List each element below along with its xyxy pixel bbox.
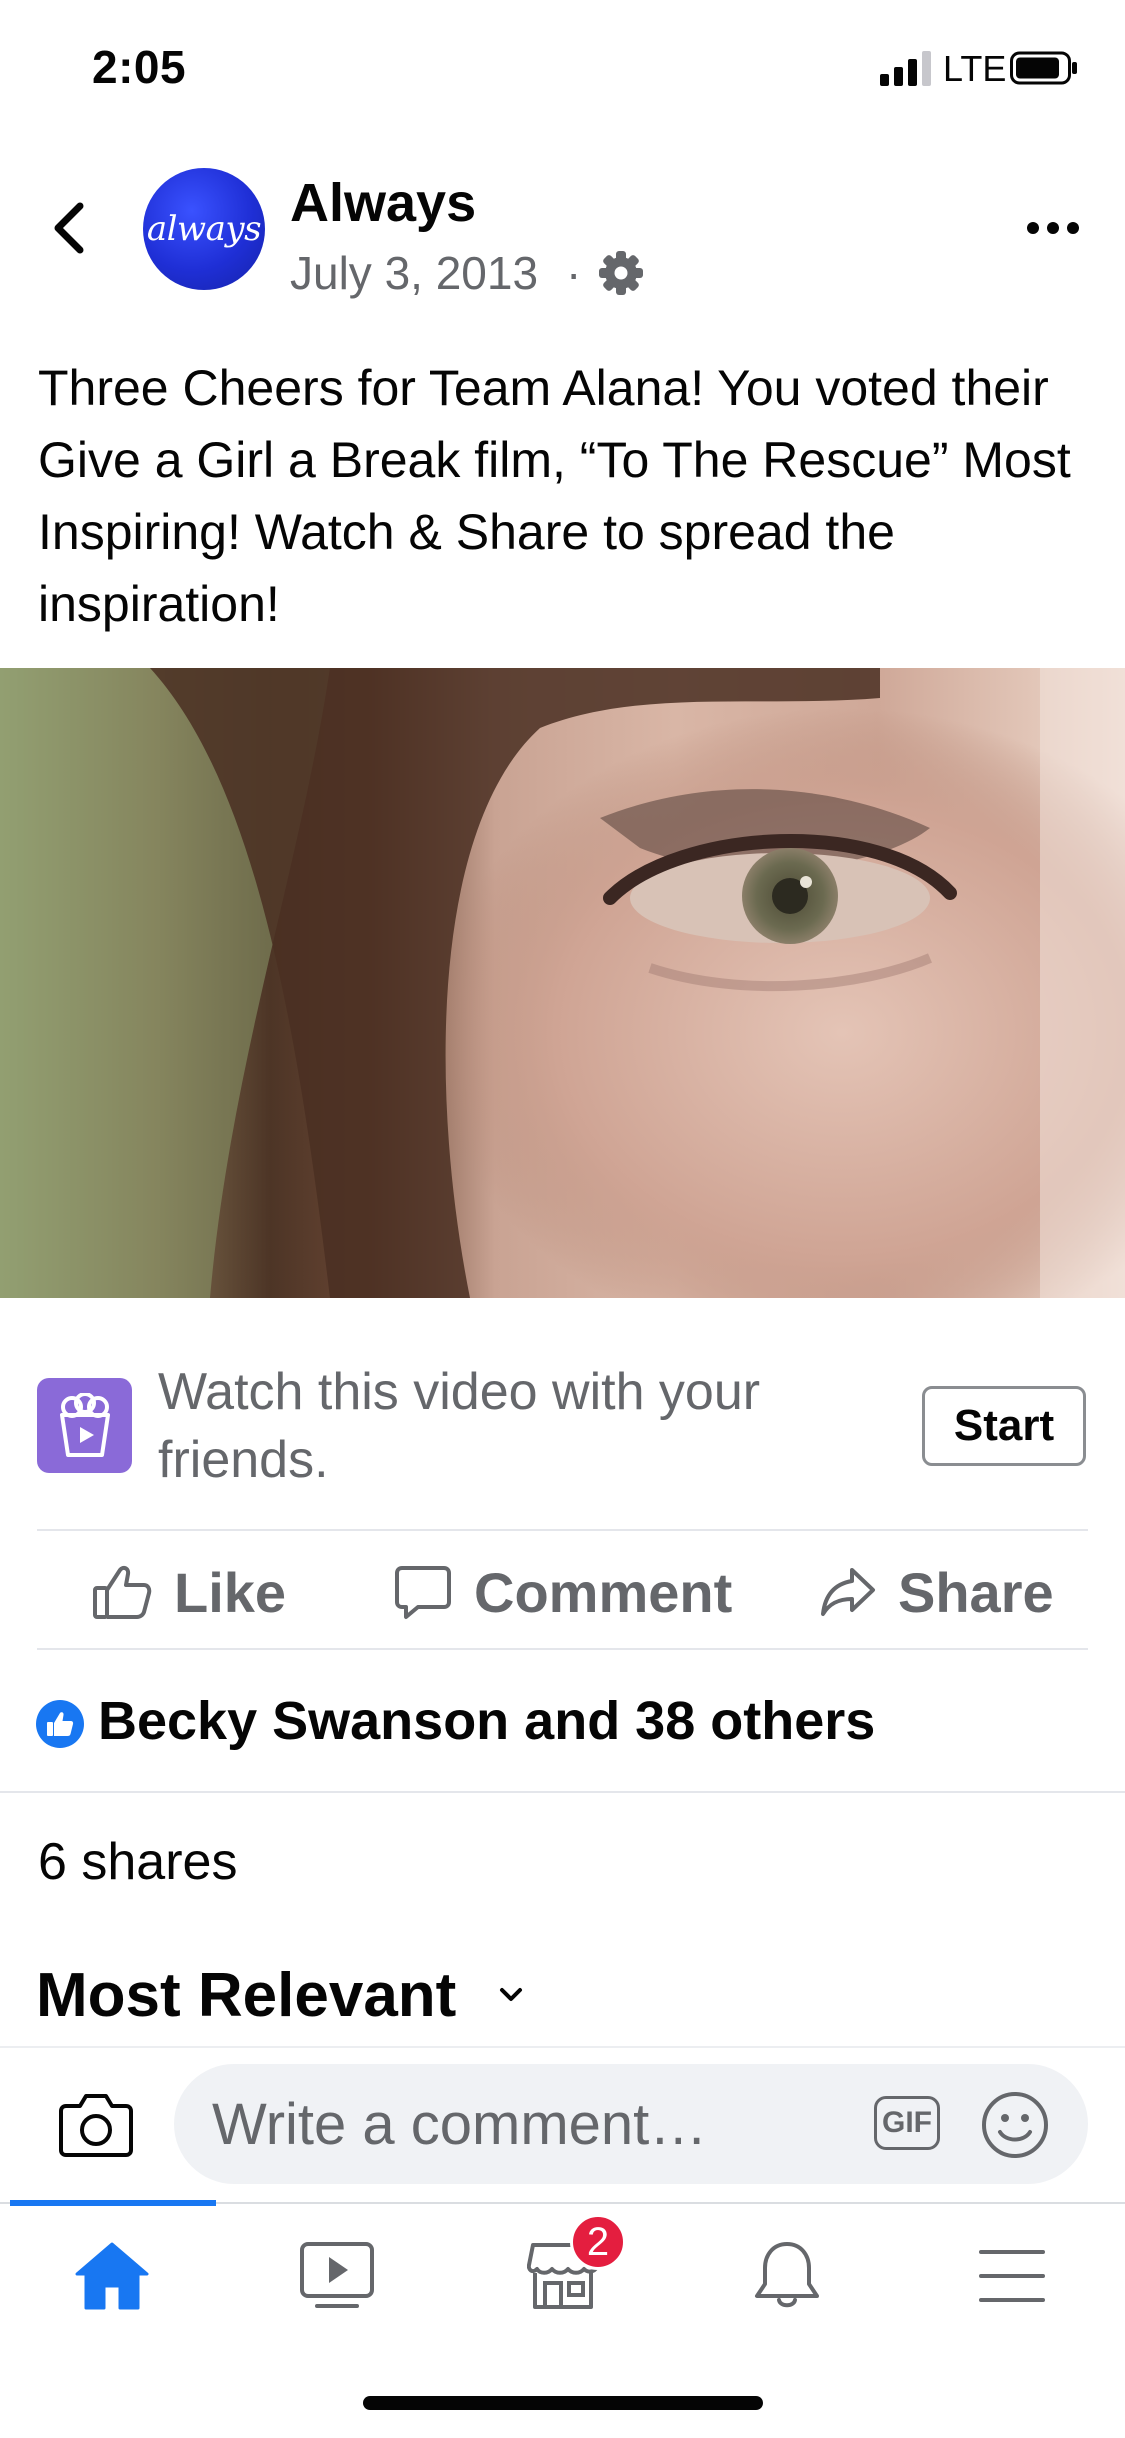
like-label: Like: [174, 1560, 287, 1624]
comment-icon: [395, 1566, 451, 1619]
gif-button[interactable]: GIF: [874, 2096, 940, 2150]
comment-sort-label[interactable]: Most Relevant: [36, 1960, 456, 2031]
page-name[interactable]: Always: [290, 172, 476, 234]
home-icon: [75, 2242, 149, 2310]
more-options-icon[interactable]: [1024, 208, 1082, 248]
tab-menu[interactable]: [967, 2236, 1057, 2316]
battery-icon: [1010, 51, 1077, 85]
post-caption: Three Cheers for Team Alana! You voted t…: [38, 360, 1071, 632]
signal-bars-icon: [880, 51, 931, 86]
tab-home[interactable]: [67, 2236, 157, 2316]
tab-watch[interactable]: [292, 2236, 382, 2316]
page-avatar[interactable]: always: [143, 168, 265, 290]
date-separator: ·: [566, 247, 582, 299]
share-button[interactable]: Share: [820, 1552, 1054, 1632]
gear-icon: [599, 251, 643, 295]
post-date[interactable]: July 3, 2013: [290, 246, 538, 300]
share-arrow-icon: [821, 1568, 875, 1616]
back-arrow-icon[interactable]: [50, 198, 90, 258]
bell-icon: [755, 2242, 819, 2308]
divider: [0, 1791, 1125, 1793]
shares-count[interactable]: 6 shares: [38, 1832, 237, 1892]
comment-label: Comment: [474, 1560, 733, 1624]
video-player[interactable]: [0, 668, 1125, 1298]
active-tab-indicator: [10, 2200, 216, 2206]
emoji-icon[interactable]: [980, 2090, 1050, 2160]
chevron-down-icon[interactable]: [496, 1980, 526, 2010]
start-watch-party-button[interactable]: Start: [922, 1386, 1086, 1466]
divider: [37, 1648, 1088, 1650]
home-indicator: [363, 2396, 763, 2410]
camera-icon[interactable]: [58, 2090, 134, 2158]
network-type: LTE: [943, 48, 1007, 89]
video-frame-image: [0, 668, 1125, 1298]
comment-button[interactable]: Comment: [394, 1552, 732, 1632]
hamburger-menu-icon: [979, 2250, 1045, 2302]
status-time: 2:05: [92, 41, 187, 93]
reactions-summary[interactable]: Becky Swanson and 38 others: [98, 1690, 875, 1752]
like-button[interactable]: Like: [92, 1552, 286, 1632]
divider: [37, 1529, 1088, 1531]
like-reaction-icon: [36, 1700, 84, 1748]
share-label: Share: [898, 1560, 1054, 1624]
marketplace-badge: 2: [570, 2214, 626, 2270]
avatar-logo-text: always: [146, 209, 262, 249]
tab-notifications[interactable]: [742, 2236, 832, 2316]
watch-party-icon: [37, 1378, 132, 1473]
comment-input[interactable]: [174, 2064, 1088, 2184]
video-play-icon: [300, 2242, 374, 2308]
thumbs-up-icon: [93, 1565, 152, 1619]
watch-party-text: Watch this video with your friends.: [158, 1363, 761, 1489]
